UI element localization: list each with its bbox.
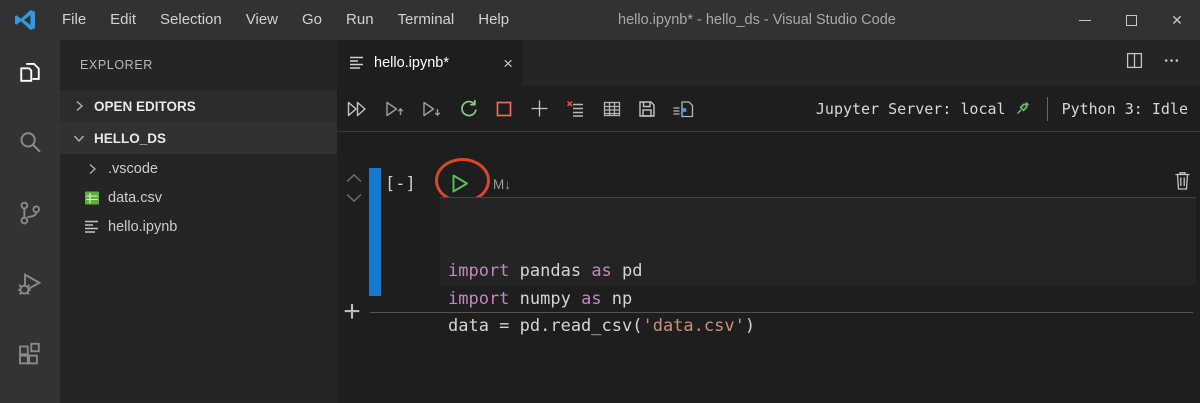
notebook-toolbar: Jupyter Server: local Python 3: Idle [337, 86, 1200, 132]
add-cell-icon[interactable] [529, 98, 550, 119]
window-controls: ✕ [1062, 0, 1200, 40]
menu-run[interactable]: Run [334, 0, 386, 40]
code-line: data = pd.read_csv('data.csv') [448, 316, 756, 336]
add-cell-below-button[interactable]: + [338, 295, 366, 328]
code-lines: import pandas as pd import numpy as np dat… [448, 258, 1196, 341]
delete-cell-icon[interactable] [1173, 170, 1192, 196]
menu-help[interactable]: Help [466, 0, 521, 40]
tab-close-icon[interactable]: × [503, 55, 513, 72]
interrupt-kernel-icon[interactable] [494, 99, 514, 119]
variable-explorer-icon[interactable] [602, 99, 622, 119]
export-notebook-icon[interactable] [672, 99, 696, 119]
tab-bar: hello.ipynb* × [337, 40, 1200, 86]
notebook-toolbar-icons [346, 98, 696, 119]
file-item-data-csv[interactable]: data.csv [60, 183, 337, 212]
minimize-icon [1079, 19, 1091, 21]
window-title: hello.ipynb* - hello_ds - Visual Studio … [618, 12, 896, 28]
sidebar-title: EXPLORER [80, 58, 153, 72]
file-label: .vscode [108, 160, 158, 177]
cell-divider-line [370, 312, 1193, 313]
menu-view[interactable]: View [234, 0, 290, 40]
jupyter-server-status[interactable]: Jupyter Server: local [816, 100, 1006, 118]
cell-collapse-controls [344, 172, 364, 204]
kernel-status-area: Jupyter Server: local Python 3: Idle [816, 96, 1188, 121]
run-all-cells-icon[interactable] [346, 99, 369, 119]
activity-bar [0, 40, 60, 403]
csv-file-icon [85, 191, 99, 204]
minimize-button[interactable] [1062, 0, 1108, 40]
markdown-toggle-hint[interactable]: M↓ [493, 177, 511, 192]
menu-selection[interactable]: Selection [148, 0, 234, 40]
python-kernel-status[interactable]: Python 3: Idle [1062, 100, 1188, 118]
restart-kernel-icon[interactable] [458, 98, 479, 119]
cell-collapse-label[interactable]: [-] [385, 174, 416, 194]
menu-terminal[interactable]: Terminal [386, 0, 467, 40]
section-label: OPEN EDITORS [94, 98, 196, 114]
more-actions-icon[interactable] [1163, 52, 1180, 74]
tab-label: hello.ipynb* [374, 55, 449, 71]
section-label: HELLO_DS [94, 130, 167, 146]
run-cell-and-below-icon[interactable] [421, 99, 443, 119]
tab-hello-ipynb[interactable]: hello.ipynb* × [337, 40, 523, 86]
section-open-editors[interactable]: OPEN EDITORS [60, 90, 337, 122]
cell-selection-bar[interactable] [369, 168, 381, 296]
file-label: hello.ipynb [108, 218, 178, 235]
menu-edit[interactable]: Edit [98, 0, 148, 40]
collapse-up-icon[interactable] [344, 172, 364, 184]
file-label: data.csv [108, 189, 162, 206]
run-debug-icon[interactable] [6, 262, 54, 307]
chevron-down-icon [71, 130, 87, 146]
chevron-right-icon [71, 98, 87, 114]
menubar: File Edit Selection View Go Run Terminal… [50, 0, 521, 40]
maximize-icon [1125, 14, 1137, 26]
code-line: import numpy as np [448, 288, 633, 309]
titlebar: File Edit Selection View Go Run Terminal… [0, 0, 1200, 40]
maximize-button[interactable] [1108, 0, 1154, 40]
chevron-right-icon [84, 161, 100, 177]
file-item-hello-ipynb[interactable]: hello.ipynb [60, 212, 337, 241]
vscode-logo-icon [15, 10, 35, 30]
cell-code-editor[interactable]: import pandas as pd import numpy as np dat… [440, 197, 1196, 336]
editor-group: hello.ipynb* × Jupyter Server: local Pyt… [337, 40, 1200, 403]
collapse-down-icon[interactable] [344, 192, 364, 204]
file-item-vscode[interactable]: .vscode [60, 154, 337, 183]
explorer-sidebar: EXPLORER OPEN EDITORS HELLO_DS .vscode d [60, 40, 337, 403]
notebook-file-icon [85, 220, 98, 233]
clear-outputs-icon[interactable] [565, 99, 587, 119]
editor-actions [1126, 40, 1200, 86]
notebook-file-icon [350, 56, 363, 69]
explorer-icon[interactable] [6, 50, 54, 95]
status-separator [1046, 96, 1048, 121]
section-workspace[interactable]: HELLO_DS [60, 122, 337, 154]
extensions-icon[interactable] [6, 332, 54, 377]
menu-go[interactable]: Go [290, 0, 334, 40]
close-button[interactable]: ✕ [1154, 0, 1200, 40]
code-line: import pandas as pd [448, 261, 643, 281]
run-cells-above-icon[interactable] [384, 99, 406, 119]
jupyter-connected-icon [1015, 98, 1033, 120]
search-icon[interactable] [6, 121, 54, 166]
source-control-icon[interactable] [6, 191, 54, 236]
notebook-area: [-] M↓ import pandas as pd import numpy a… [337, 132, 1200, 403]
save-icon[interactable] [637, 99, 657, 119]
menu-file[interactable]: File [50, 0, 98, 40]
split-editor-icon[interactable] [1126, 52, 1143, 74]
